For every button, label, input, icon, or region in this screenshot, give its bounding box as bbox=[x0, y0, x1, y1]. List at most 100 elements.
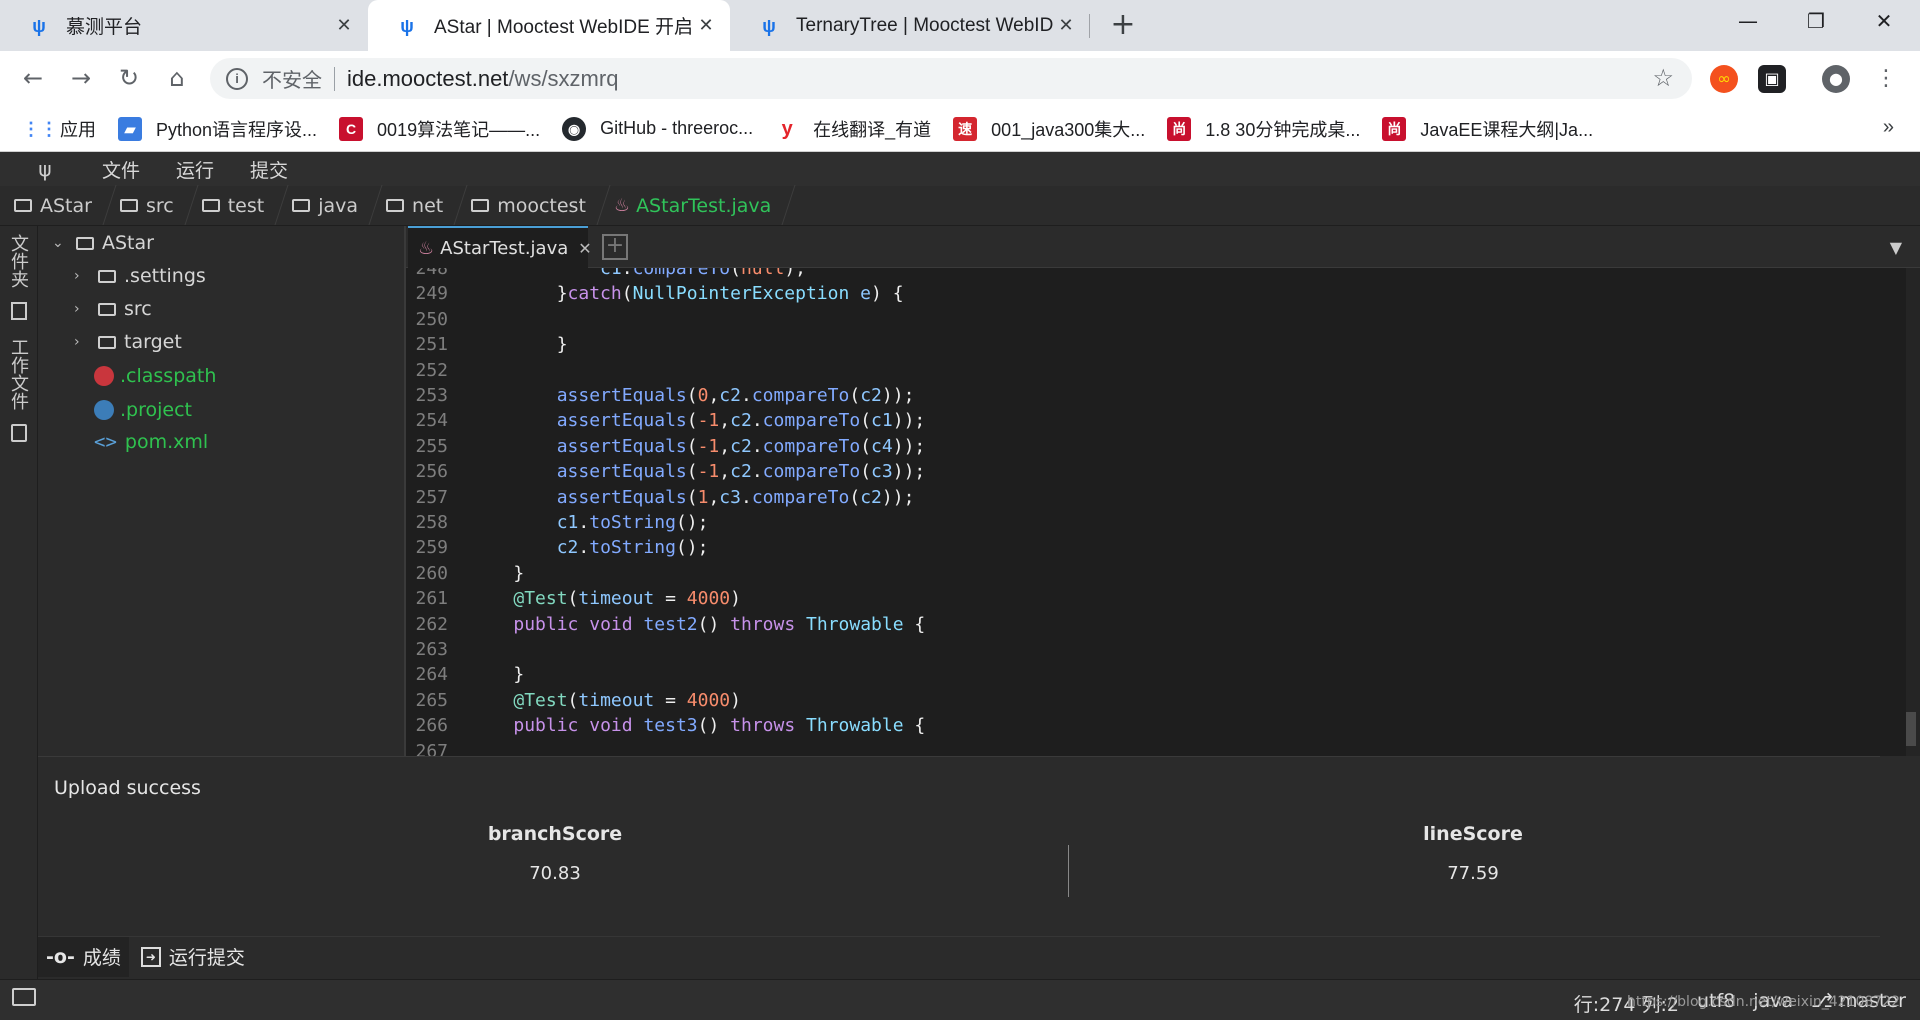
add-tab-button[interactable]: + bbox=[602, 234, 628, 260]
tab-score[interactable]: -o- 成绩 bbox=[38, 936, 129, 977]
editor-tab[interactable]: ♨ AStarTest.java ✕ bbox=[408, 226, 592, 268]
breadcrumb-item[interactable]: src bbox=[106, 195, 188, 217]
code-line[interactable]: 248 c1.compareTo(null); bbox=[406, 268, 1882, 281]
bookmark-item[interactable]: ◉ GitHub - threeroc... bbox=[562, 116, 753, 141]
back-arrow-icon[interactable]: ← bbox=[16, 61, 50, 95]
line-number: 251 bbox=[415, 334, 448, 356]
tree-item-file[interactable]: <> pom.xml bbox=[94, 427, 208, 457]
line-number: 252 bbox=[415, 359, 448, 381]
side-tool-folders[interactable]: 文件夹 bbox=[7, 234, 31, 288]
code-line[interactable]: 251 } bbox=[406, 332, 1882, 357]
breadcrumb-file[interactable]: ♨ AStarTest.java bbox=[600, 195, 785, 217]
reload-icon[interactable]: ↻ bbox=[112, 61, 146, 95]
folder-icon bbox=[98, 335, 116, 349]
bookmark-item[interactable]: 速 001_java300集大... bbox=[953, 116, 1145, 142]
bookmark-item[interactable]: ▰ Python语言程序设... bbox=[118, 116, 317, 142]
breadcrumb-item[interactable]: mooctest bbox=[457, 195, 600, 217]
breadcrumb-label: java bbox=[318, 194, 359, 217]
code-line[interactable]: 257 assertEquals(1,c3.compareTo(c2)); bbox=[406, 485, 1882, 510]
project-file-icon bbox=[94, 400, 114, 420]
breadcrumb-item[interactable]: AStar bbox=[0, 195, 106, 217]
window-close-button[interactable]: ✕ bbox=[1854, 0, 1914, 44]
info-icon[interactable]: i bbox=[226, 67, 248, 90]
tree-item-file[interactable]: .project bbox=[94, 395, 192, 425]
menu-run[interactable]: 运行 bbox=[176, 156, 214, 183]
infinity-extension-icon[interactable]: ∞ bbox=[1710, 65, 1738, 93]
close-icon[interactable]: ✕ bbox=[334, 15, 354, 36]
profile-avatar-icon[interactable]: ● bbox=[1822, 65, 1850, 93]
browser-tab-mooctest[interactable]: ψ 慕测平台 ✕ bbox=[0, 0, 368, 51]
code-line[interactable]: 267 bbox=[406, 739, 1882, 756]
browser-tab-ternarytree[interactable]: ψ TernaryTree | Mooctest WebID ✕ bbox=[730, 0, 1090, 51]
bookmark-star-icon[interactable]: ☆ bbox=[1652, 64, 1674, 93]
bookmark-item[interactable]: 尚 1.8 30分钟完成桌... bbox=[1167, 116, 1360, 142]
tree-item-folder[interactable]: › target bbox=[74, 327, 182, 357]
browser-tab-astar[interactable]: ψ AStar | Mooctest WebIDE 开启 ✕ bbox=[368, 0, 730, 51]
tree-item-folder[interactable]: › .settings bbox=[74, 261, 206, 291]
line-number: 249 bbox=[415, 283, 448, 305]
home-icon[interactable]: ⌂ bbox=[160, 61, 194, 95]
more-menu-icon[interactable]: ⋮ bbox=[1872, 65, 1900, 93]
minimize-button[interactable]: — bbox=[1718, 0, 1778, 44]
chevron-down-icon[interactable]: ▼ bbox=[1890, 238, 1902, 257]
chevron-right-icon: › bbox=[74, 268, 80, 284]
code-line[interactable]: 260 } bbox=[406, 561, 1882, 586]
code-line[interactable]: 258 c1.toString(); bbox=[406, 510, 1882, 535]
tree-item-file[interactable]: .classpath bbox=[94, 361, 216, 391]
code-line[interactable]: 259 c2.toString(); bbox=[406, 535, 1882, 560]
code-line[interactable]: 263 bbox=[406, 637, 1882, 662]
code-line[interactable]: 264 } bbox=[406, 662, 1882, 687]
breadcrumb-label: net bbox=[412, 194, 444, 217]
close-icon[interactable]: ✕ bbox=[1056, 15, 1076, 36]
menu-submit[interactable]: 提交 bbox=[250, 156, 288, 183]
close-icon[interactable]: ✕ bbox=[578, 239, 591, 258]
folder-icon bbox=[119, 199, 138, 212]
code-line[interactable]: 254 assertEquals(-1,c2.compareTo(c1)); bbox=[406, 408, 1882, 433]
tree-item-label: .project bbox=[120, 399, 192, 421]
code-text: } bbox=[513, 664, 525, 686]
code-line[interactable]: 249 }catch(NullPointerException e) { bbox=[406, 281, 1882, 306]
code-line[interactable]: 266 public void test3() throws Throwable… bbox=[406, 713, 1882, 738]
code-line[interactable]: 256 assertEquals(-1,c2.compareTo(c3)); bbox=[406, 459, 1882, 484]
breadcrumb-item[interactable]: net bbox=[372, 195, 457, 217]
tree-item-folder[interactable]: › src bbox=[74, 294, 152, 324]
side-tool-workfiles[interactable]: 工作文件 bbox=[7, 338, 31, 410]
tree-item-root[interactable]: ⌄ AStar bbox=[52, 228, 154, 258]
security-label: 不安全 bbox=[262, 70, 322, 92]
bookmark-apps[interactable]: ⋮⋮ 应用 bbox=[22, 116, 96, 142]
new-tab-button[interactable]: + bbox=[1105, 8, 1141, 44]
editor-scrollbar[interactable] bbox=[1906, 268, 1920, 756]
extension-icon[interactable]: ▣ bbox=[1758, 65, 1786, 93]
code-line[interactable]: 252 bbox=[406, 358, 1882, 383]
code-text: @Test(timeout = 4000) bbox=[513, 689, 741, 711]
code-line[interactable]: 261 @Test(timeout = 4000) bbox=[406, 586, 1882, 611]
url-divider bbox=[334, 66, 335, 91]
restore-button[interactable]: ❐ bbox=[1786, 0, 1846, 44]
code-area[interactable]: 248 c1.compareTo(null); 249 }catch(NullPo… bbox=[406, 268, 1882, 756]
code-text: assertEquals(-1,c2.compareTo(c4)); bbox=[556, 435, 926, 457]
address-bar[interactable]: i 不安全 ide.mooctest.net /ws/sxzmrq ☆ bbox=[210, 58, 1692, 99]
code-line[interactable]: 262 public void test2() throws Throwable… bbox=[406, 612, 1882, 637]
breadcrumb-item[interactable]: test bbox=[188, 195, 279, 217]
close-icon[interactable]: ✕ bbox=[696, 15, 716, 36]
line-number: 261 bbox=[415, 588, 448, 610]
forward-arrow-icon[interactable]: → bbox=[64, 61, 98, 95]
youdao-icon: y bbox=[781, 117, 793, 140]
code-text: }catch(NullPointerException e) { bbox=[556, 283, 904, 305]
tab-run-submit[interactable]: ➜ 运行提交 bbox=[133, 937, 253, 977]
monitor-icon[interactable] bbox=[12, 988, 36, 1006]
code-line[interactable]: 250 bbox=[406, 307, 1882, 332]
bookmark-item[interactable]: 尚 JavaEE课程大纲|Ja... bbox=[1382, 116, 1593, 142]
scrollbar-thumb[interactable] bbox=[1906, 712, 1916, 746]
folder-icon bbox=[386, 199, 405, 212]
bookmark-item[interactable]: y 在线翻译_有道 bbox=[775, 116, 932, 142]
code-line[interactable]: 255 assertEquals(-1,c2.compareTo(c4)); bbox=[406, 434, 1882, 459]
upload-status-message: Upload success bbox=[54, 777, 201, 799]
chevron-more-icon[interactable]: » bbox=[1883, 116, 1894, 139]
line-number: 257 bbox=[415, 486, 448, 508]
menu-file[interactable]: 文件 bbox=[102, 156, 140, 183]
breadcrumb-item[interactable]: java bbox=[278, 195, 372, 217]
code-line[interactable]: 253 assertEquals(0,c2.compareTo(c2)); bbox=[406, 383, 1882, 408]
code-line[interactable]: 265 @Test(timeout = 4000) bbox=[406, 688, 1882, 713]
bookmark-item[interactable]: C 0019算法笔记——... bbox=[339, 116, 540, 142]
